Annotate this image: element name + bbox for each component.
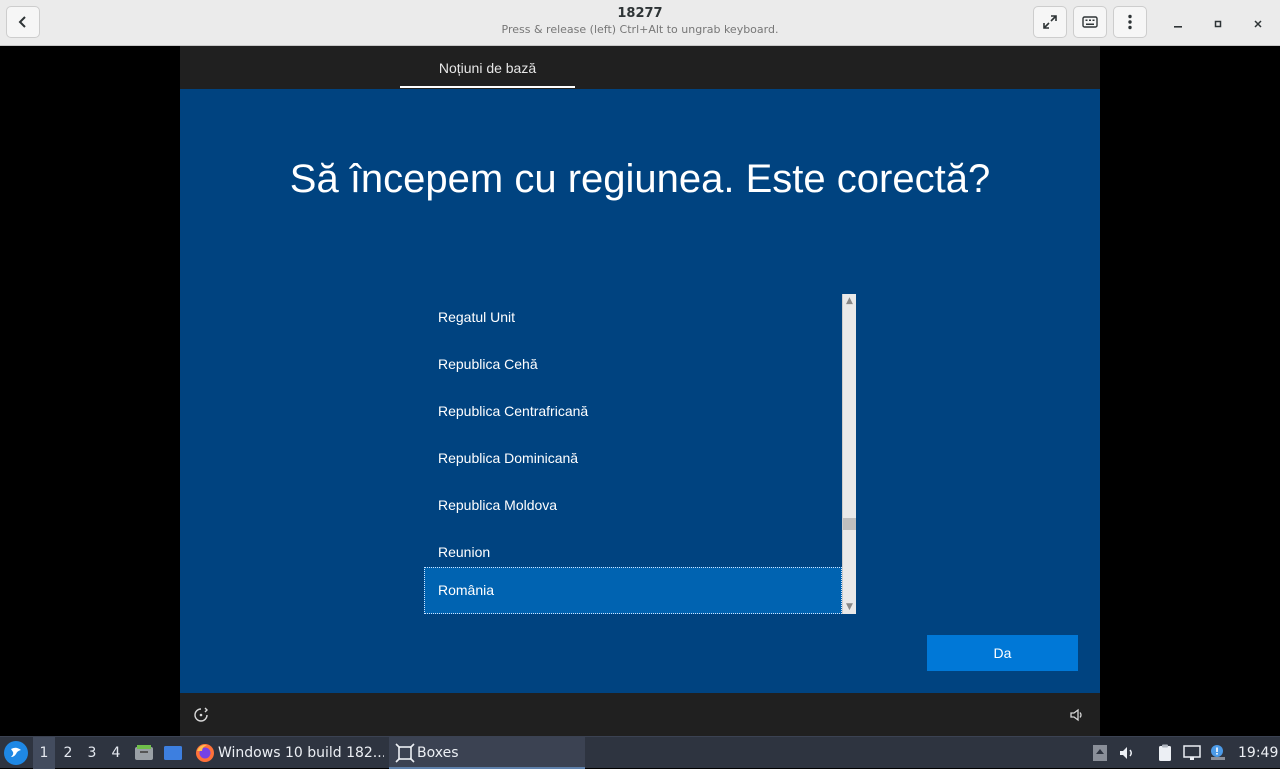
scroll-down-arrow-icon[interactable]: ▼ [843, 600, 856, 614]
keyboard-button[interactable] [1073, 6, 1107, 38]
tray-arrow-icon[interactable] [1090, 743, 1110, 763]
notification-icon[interactable] [1208, 743, 1228, 763]
start-menu-icon[interactable] [4, 741, 28, 765]
task-boxes[interactable]: Boxes [389, 737, 585, 769]
boxes-icon [395, 743, 415, 763]
minimize-icon [1173, 14, 1183, 33]
clock[interactable]: 19:49 [1238, 737, 1278, 769]
workspace-1[interactable]: 1 [33, 737, 55, 769]
firefox-icon [195, 743, 215, 763]
scroll-thumb[interactable] [843, 518, 856, 530]
tab-basics: Noțiuni de bază [438, 60, 537, 76]
maximize-icon [1213, 14, 1223, 33]
region-item[interactable]: Republica Dominicană [424, 435, 842, 482]
menu-button[interactable] [1113, 6, 1147, 38]
region-item[interactable]: Republica Cehă [424, 341, 842, 388]
region-list[interactable]: Regatul Unit Republica Cehă Republica Ce… [424, 294, 856, 614]
accessibility-icon[interactable] [192, 706, 210, 724]
maximize-button[interactable] [1207, 12, 1229, 34]
volume-icon[interactable] [1068, 706, 1086, 724]
workspace-3[interactable]: 3 [81, 737, 103, 769]
headerbar: 18277 Press & release (left) Ctrl+Alt to… [0, 0, 1280, 46]
network-icon[interactable] [1182, 743, 1202, 763]
yes-button[interactable]: Da [927, 635, 1078, 671]
oobe-bottom-bar [180, 693, 1100, 736]
vm-display[interactable]: Noțiuni de bază Să începem cu regiunea. … [180, 46, 1100, 736]
region-list-scrollbar[interactable]: ▲ ▼ [842, 294, 856, 614]
task-firefox[interactable]: Windows 10 build 182... [192, 737, 384, 769]
region-item[interactable]: Regatul Unit [424, 294, 842, 341]
file-manager-icon[interactable] [134, 743, 154, 763]
close-button[interactable] [1247, 12, 1269, 34]
region-item[interactable]: Republica Centrafricană [424, 388, 842, 435]
page-title: Să începem cu regiunea. Este corectă? [289, 157, 991, 201]
oobe-main: Să începem cu regiunea. Este corectă? Re… [180, 89, 1100, 693]
close-icon [1253, 14, 1263, 33]
tab-underline [400, 86, 575, 88]
fullscreen-icon [1042, 14, 1058, 30]
region-item-selected[interactable]: România [424, 567, 842, 614]
workspace-2[interactable]: 2 [57, 737, 79, 769]
oobe-top-bar: Noțiuni de bază [180, 46, 1100, 89]
scroll-up-arrow-icon[interactable]: ▲ [843, 294, 856, 308]
task-label: Boxes [417, 745, 459, 761]
task-label: Windows 10 build 182... [218, 745, 384, 761]
taskbar: 1 2 3 4 Windows 10 build 182... Boxes 19… [0, 736, 1280, 769]
workspace-4[interactable]: 4 [105, 737, 127, 769]
volume-icon[interactable] [1117, 743, 1137, 763]
minimize-button[interactable] [1167, 12, 1189, 34]
kebab-menu-icon [1128, 14, 1132, 30]
fullscreen-button[interactable] [1033, 6, 1067, 38]
desktop-icon[interactable] [163, 743, 183, 763]
keyboard-icon [1082, 15, 1098, 29]
clipboard-icon[interactable] [1155, 743, 1175, 763]
region-item[interactable]: Republica Moldova [424, 482, 842, 529]
